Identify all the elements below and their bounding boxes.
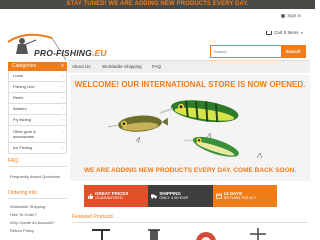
product-image xyxy=(196,232,216,240)
product-thumbnail[interactable] xyxy=(132,226,176,240)
ordering-link-create-account[interactable]: Why Create An Account? xyxy=(10,220,54,225)
feature-great-prices: GREAT PRICES GUARANTEED xyxy=(84,185,149,207)
product-thumbnail[interactable] xyxy=(184,226,228,240)
sidebar-item-label: Reels xyxy=(13,95,24,100)
logo-text: PRO-FISHING.EU xyxy=(34,48,107,58)
sidebar-item-ice-fishing[interactable]: Ice Fishing › xyxy=(8,143,67,154)
divider xyxy=(72,222,308,223)
sidebar-item-fishing-line[interactable]: Fishing Line › xyxy=(8,82,67,93)
nav-item-about-us[interactable]: About Us xyxy=(68,61,95,73)
thumbs-up-icon xyxy=(88,193,93,199)
ordering-link-shipping[interactable]: Worldwide Shipping xyxy=(10,204,45,209)
feature-return-policy: 14 DAYS RETURN POLICY xyxy=(212,185,277,207)
sidebar-item-reels[interactable]: Reels › xyxy=(8,93,67,104)
product-image xyxy=(148,229,160,240)
ordering-link-how-to-order[interactable]: How To Order? xyxy=(10,212,37,217)
cart-icon xyxy=(266,30,272,35)
feature-subtitle: ONLY 4.90 EUR xyxy=(159,195,189,200)
sidebar-item-label: Fishing Line xyxy=(13,84,35,89)
nav-item-faq[interactable]: FAQ xyxy=(148,61,165,73)
product-image xyxy=(92,229,110,240)
feature-subtitle: RETURN POLICY xyxy=(223,195,257,200)
chevron-right-icon: › xyxy=(61,145,63,150)
chevron-right-icon: › xyxy=(61,106,63,111)
chevron-down-icon: ▼ xyxy=(300,30,304,35)
product-image xyxy=(250,228,266,240)
sidebar-item-waders[interactable]: Waders › xyxy=(8,104,67,115)
ordering-link-return-policy[interactable]: Return Policy xyxy=(10,228,34,233)
truck-icon xyxy=(151,194,158,199)
chevron-right-icon: › xyxy=(61,130,63,135)
sidebar-item-fly-fishing[interactable]: Fly fishing › xyxy=(8,115,67,126)
signin-link[interactable]: Sign in xyxy=(281,13,301,18)
chevron-right-icon: › xyxy=(61,84,63,89)
sidebar-item-label: Fly fishing xyxy=(13,117,32,122)
sidebar-item-label: Ice Fishing xyxy=(13,145,33,150)
top-banner: STAY TUNED! WE ARE ADDING NEW PRODUCTS E… xyxy=(0,0,315,9)
hero-subtitle: WE ARE ADDING NEW PRODUCTS EVERY DAY. CO… xyxy=(83,167,297,174)
search-button[interactable]: Search xyxy=(281,46,305,57)
categories-heading-label: Categories xyxy=(12,63,37,69)
lures-image xyxy=(108,100,263,159)
product-thumbnail[interactable] xyxy=(80,226,124,240)
main-nav: About Us Worldwide Shipping FAQ xyxy=(68,60,310,73)
search-bar: Search xyxy=(210,45,306,58)
ordering-block-title: Ordering Info xyxy=(8,190,67,199)
hero-banner[interactable]: WELCOME! OUR INTERNATIONAL STORE IS NOW … xyxy=(70,75,310,181)
faq-block-title: FAQ xyxy=(8,158,67,167)
search-input[interactable] xyxy=(214,46,279,57)
faq-link[interactable]: Frequently Asked Questions xyxy=(10,174,60,179)
featured-products-title: Featured Products xyxy=(72,214,114,220)
chevron-right-icon: › xyxy=(61,117,63,122)
chevron-right-icon: › xyxy=(61,95,63,100)
feature-subtitle: GUARANTEED xyxy=(95,195,123,200)
nav-item-worldwide-shipping[interactable]: Worldwide Shipping xyxy=(98,61,146,73)
calendar-icon xyxy=(215,193,222,199)
user-icon xyxy=(281,13,286,18)
categories-heading[interactable]: Categories ≡ xyxy=(8,62,67,71)
sidebar-item-lures[interactable]: Lures › xyxy=(8,71,67,82)
signin-label: Sign in xyxy=(287,13,301,18)
cart-label: Cart 0 Items xyxy=(274,30,299,35)
feature-strip: GREAT PRICES GUARANTEED SHIPPING ONLY 4.90… xyxy=(84,185,277,207)
logo-text-main: PRO-FISHING xyxy=(34,48,92,58)
sidebar-item-label: Lures xyxy=(13,73,24,78)
banner-text: STAY TUNED! WE ARE ADDING NEW PRODUCTS E… xyxy=(66,1,249,7)
sidebar-item-other-gear[interactable]: Other gear & accessories › xyxy=(8,126,67,143)
sidebar-item-label: Waders xyxy=(13,106,27,111)
feature-shipping: SHIPPING ONLY 4.90 EUR xyxy=(148,185,213,207)
logo[interactable]: PRO-FISHING.EU xyxy=(6,28,126,62)
chevron-right-icon: › xyxy=(61,73,63,78)
menu-icon: ≡ xyxy=(61,63,64,69)
sidebar-item-label: Other gear & accessories xyxy=(13,129,36,139)
categories-list: Lures › Fishing Line › Reels › Waders › Fly … xyxy=(8,71,67,154)
logo-text-domain: .EU xyxy=(91,48,107,58)
cart-button[interactable]: Cart 0 Items ▼ xyxy=(266,30,304,35)
user-bar: Sign in xyxy=(0,9,315,23)
product-thumbnail[interactable] xyxy=(236,226,280,240)
